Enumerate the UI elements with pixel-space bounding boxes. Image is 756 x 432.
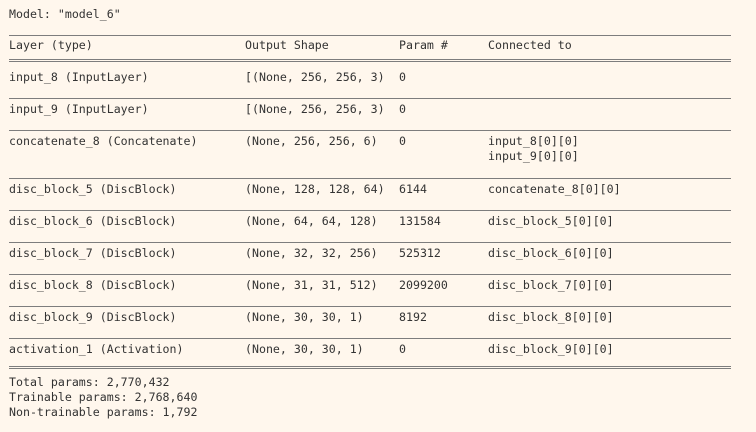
output-shape-cell: (None, 30, 30, 1)	[245, 342, 364, 356]
layer-name-cell: disc_block_9 (DiscBlock)	[9, 310, 177, 324]
header-double-rule	[9, 59, 731, 62]
row-separator	[9, 274, 731, 275]
layer-name-cell: disc_block_6 (DiscBlock)	[9, 214, 177, 228]
param-count-cell: 525312	[399, 246, 441, 260]
total-params: Total params: 2,770,432	[9, 375, 170, 389]
param-count-cell: 0	[399, 342, 406, 356]
layer-name-cell: disc_block_8 (DiscBlock)	[9, 278, 177, 292]
connected-to-cell: input_9[0][0]	[488, 149, 579, 163]
top-rule	[9, 35, 731, 36]
connected-to-cell: input_8[0][0]	[488, 134, 579, 148]
row-separator	[9, 130, 731, 131]
row-separator	[9, 242, 731, 243]
param-count-cell: 6144	[399, 182, 427, 196]
row-separator	[9, 178, 731, 179]
param-count-cell: 2099200	[399, 278, 448, 292]
header-layer: Layer (type)	[9, 38, 93, 52]
param-count-cell: 0	[399, 70, 406, 84]
param-count-cell: 0	[399, 134, 406, 148]
output-shape-cell: (None, 128, 128, 64)	[245, 182, 385, 196]
connected-to-cell: disc_block_6[0][0]	[488, 246, 614, 260]
connected-to-cell: disc_block_7[0][0]	[488, 278, 614, 292]
header-connected-to: Connected to	[488, 38, 572, 52]
layer-name-cell: disc_block_5 (DiscBlock)	[9, 182, 177, 196]
row-separator	[9, 306, 731, 307]
output-shape-cell: (None, 30, 30, 1)	[245, 310, 364, 324]
connected-to-cell: concatenate_8[0][0]	[488, 182, 621, 196]
param-count-cell: 131584	[399, 214, 441, 228]
output-shape-cell: [(None, 256, 256, 3)	[245, 102, 385, 116]
layer-name-cell: concatenate_8 (Concatenate)	[9, 134, 198, 148]
layer-name-cell: activation_1 (Activation)	[9, 342, 184, 356]
model-name-line: Model: "model_6"	[9, 7, 121, 21]
layer-name-cell: disc_block_7 (DiscBlock)	[9, 246, 177, 260]
footer-double-rule	[9, 366, 731, 369]
layer-name-cell: input_8 (InputLayer)	[9, 70, 149, 84]
row-separator	[9, 338, 731, 339]
output-shape-cell: (None, 256, 256, 6)	[245, 134, 378, 148]
header-output-shape: Output Shape	[245, 38, 329, 52]
header-param: Param #	[399, 38, 448, 52]
layer-name-cell: input_9 (InputLayer)	[9, 102, 149, 116]
row-separator	[9, 210, 731, 211]
connected-to-cell: disc_block_5[0][0]	[488, 214, 614, 228]
non-trainable-params: Non-trainable params: 1,792	[9, 405, 198, 419]
connected-to-cell: disc_block_9[0][0]	[488, 342, 614, 356]
output-shape-cell: (None, 31, 31, 512)	[245, 278, 378, 292]
connected-to-cell: disc_block_8[0][0]	[488, 310, 614, 324]
row-separator	[9, 98, 731, 99]
trainable-params: Trainable params: 2,768,640	[9, 390, 198, 404]
output-shape-cell: [(None, 256, 256, 3)	[245, 70, 385, 84]
param-count-cell: 0	[399, 102, 406, 116]
output-shape-cell: (None, 64, 64, 128)	[245, 214, 378, 228]
param-count-cell: 8192	[399, 310, 427, 324]
output-shape-cell: (None, 32, 32, 256)	[245, 246, 378, 260]
